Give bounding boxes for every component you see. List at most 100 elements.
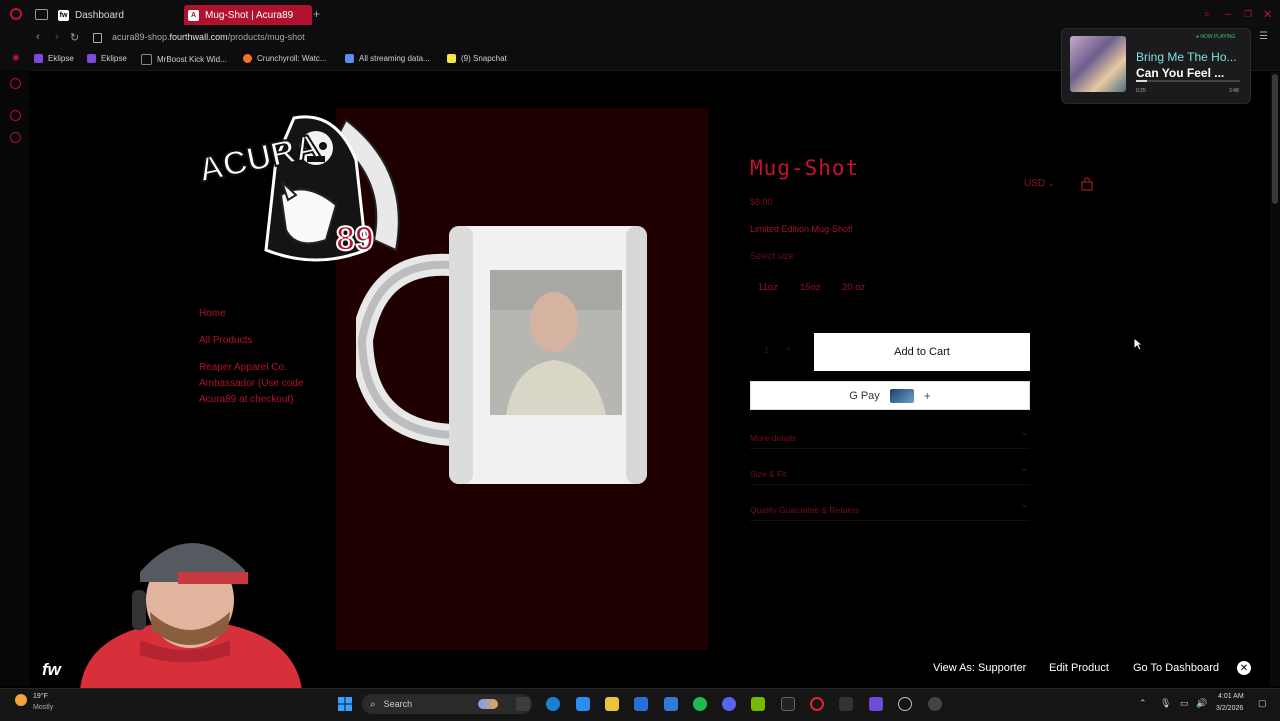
fourthwall-logo[interactable]: fw	[42, 660, 61, 680]
card-icon	[889, 388, 914, 403]
accordion-size-fit[interactable]: Size & Fit ⌄	[750, 463, 1030, 485]
tab-label: Mug-Shot | Acura89	[205, 9, 294, 21]
weather-temp[interactable]: 19°F	[33, 693, 48, 700]
back-icon[interactable]: ‹	[36, 31, 40, 43]
chevron-down-icon: ⌄	[1047, 179, 1055, 188]
chevron-down-icon: ⌄	[1020, 499, 1028, 509]
quantity-stepper[interactable]: 1 +	[750, 340, 808, 362]
new-tab-plus-icon[interactable]: +	[313, 7, 320, 21]
bookmark-label: Eklipse	[48, 54, 74, 63]
bookmark-streaming-data[interactable]: All streaming data...	[345, 54, 430, 63]
weather-desc: Mostly	[33, 704, 54, 711]
microphone-icon[interactable]: 🎙	[1160, 698, 1171, 709]
view-as-supporter-button[interactable]: View As: Supporter	[933, 662, 1026, 674]
scrollbar-thumb[interactable]	[1272, 74, 1278, 204]
copilot-icon[interactable]	[576, 697, 590, 711]
spotify-icon[interactable]	[693, 697, 707, 711]
volume-icon[interactable]: 🔊	[1196, 698, 1207, 709]
edge-icon[interactable]	[546, 697, 560, 711]
go-to-dashboard-button[interactable]: Go To Dashboard	[1133, 662, 1219, 674]
bookmark-label: (9) Snapchat	[461, 54, 507, 63]
nav-ambassador[interactable]: Reaper Apparel Co. Ambassador (Use code …	[199, 360, 324, 408]
quantity-value: 1	[764, 345, 770, 355]
size-option-11oz[interactable]: 11oz	[758, 282, 778, 293]
tray-overflow-icon[interactable]: ⌃	[1139, 698, 1147, 709]
webcam-overlay	[80, 542, 302, 690]
streaming-icon	[345, 54, 354, 63]
bookmark-eklipse-2[interactable]: Eklipse	[87, 54, 127, 63]
eklipse-icon	[87, 54, 96, 63]
display-icon[interactable]: ▭	[1180, 698, 1189, 709]
track-title: Bring Me The Ho...	[1136, 50, 1237, 64]
bookmark-snapchat[interactable]: (9) Snapchat	[447, 54, 507, 63]
url-field[interactable]: acura89-shop.fourthwall.com/products/mug…	[112, 32, 305, 42]
bookmark-label: Crunchyroll: Watc...	[257, 54, 327, 63]
album-art	[1070, 36, 1126, 92]
size-option-15oz[interactable]: 15oz	[800, 282, 821, 293]
capcut-icon[interactable]	[839, 697, 853, 711]
chevron-down-icon: ⌄	[1020, 463, 1028, 473]
currency-selector[interactable]: USD ⌄	[1024, 178, 1055, 189]
file-explorer-icon[interactable]	[605, 697, 619, 711]
add-to-cart-button[interactable]: Add to Cart	[814, 333, 1030, 371]
close-admin-bar-icon[interactable]: ✕	[1237, 661, 1251, 675]
browser-sidebar	[0, 70, 30, 686]
outlook-icon[interactable]	[664, 697, 678, 711]
product-title: Mug-Shot	[750, 156, 860, 180]
product-price: $8.00	[750, 197, 773, 207]
settings-gear-icon[interactable]	[898, 697, 912, 711]
accordion-quality-returns[interactable]: Quality Guarantee & Returns ⌄	[750, 499, 1030, 521]
shopping-bag-icon[interactable]	[1080, 177, 1094, 191]
bookmark-label: Eklipse	[101, 54, 127, 63]
nvidia-icon[interactable]	[751, 697, 765, 711]
nav-all-products[interactable]: All Products	[199, 333, 252, 349]
bookmark-label: MrBoost Kick Wid...	[157, 55, 227, 64]
size-option-20oz[interactable]: 20 oz	[842, 282, 865, 293]
tab-dashboard[interactable]: fw Dashboard	[58, 5, 178, 25]
opera-icon[interactable]	[810, 697, 824, 711]
menu-icon[interactable]: ☰	[1259, 31, 1268, 42]
opera-logo-icon[interactable]	[10, 8, 22, 20]
plus-icon[interactable]: +	[786, 344, 791, 354]
google-pay-button[interactable]: G Pay +	[750, 381, 1030, 410]
track-duration: 3:48	[1229, 88, 1239, 94]
task-view-icon[interactable]	[516, 697, 530, 711]
maximize-icon[interactable]: ❐	[1244, 9, 1252, 20]
currency-label: USD	[1024, 178, 1046, 189]
edit-product-button[interactable]: Edit Product	[1049, 662, 1109, 674]
windows-start-icon[interactable]	[338, 697, 352, 711]
app-icon[interactable]	[928, 697, 942, 711]
obs-icon[interactable]	[781, 697, 795, 711]
bookmark-mrboost[interactable]: MrBoost Kick Wid...	[141, 54, 227, 65]
notification-icon[interactable]: ▢	[1258, 698, 1267, 709]
workspaces-icon[interactable]	[35, 9, 48, 20]
sidebar-toggle-icon[interactable]: ◉	[12, 52, 20, 63]
eklipse-icon	[34, 54, 43, 63]
bookmark-crunchyroll[interactable]: Crunchyroll: Watc...	[243, 54, 327, 63]
select-size-label: Select size	[750, 251, 794, 261]
clock-date[interactable]: 3/2/2026	[1216, 705, 1243, 712]
app-grid-icon[interactable]	[869, 697, 883, 711]
accordion-label: Size & Fit	[750, 469, 787, 479]
tab-mug-shot[interactable]: A Mug-Shot | Acura89	[184, 5, 312, 25]
store-icon[interactable]	[634, 697, 648, 711]
history-icon[interactable]	[10, 110, 21, 121]
settings-icon[interactable]	[10, 132, 21, 143]
nav-home[interactable]: Home	[199, 306, 226, 322]
bookmark-eklipse-1[interactable]: Eklipse	[34, 54, 74, 63]
page-icon	[141, 54, 152, 65]
minimize-icon[interactable]: –	[1225, 9, 1231, 20]
messenger-icon[interactable]	[10, 78, 21, 89]
lock-icon	[93, 33, 102, 43]
close-window-icon[interactable]: ✕	[1263, 8, 1272, 21]
discord-icon[interactable]	[722, 697, 736, 711]
search-tabs-icon[interactable]: ⌕	[1204, 9, 1210, 20]
weather-icon[interactable]	[15, 694, 27, 706]
product-image-mug[interactable]	[356, 220, 656, 488]
forward-icon[interactable]: ›	[55, 31, 59, 43]
taskbar-search[interactable]: ⌕ Search	[362, 694, 532, 714]
track-current-time: 0:25	[1136, 88, 1146, 94]
clock-time[interactable]: 4:01 AM	[1218, 693, 1244, 700]
accordion-more-details[interactable]: More details ⌄	[750, 427, 1030, 449]
reload-icon[interactable]: ↻	[70, 31, 79, 44]
